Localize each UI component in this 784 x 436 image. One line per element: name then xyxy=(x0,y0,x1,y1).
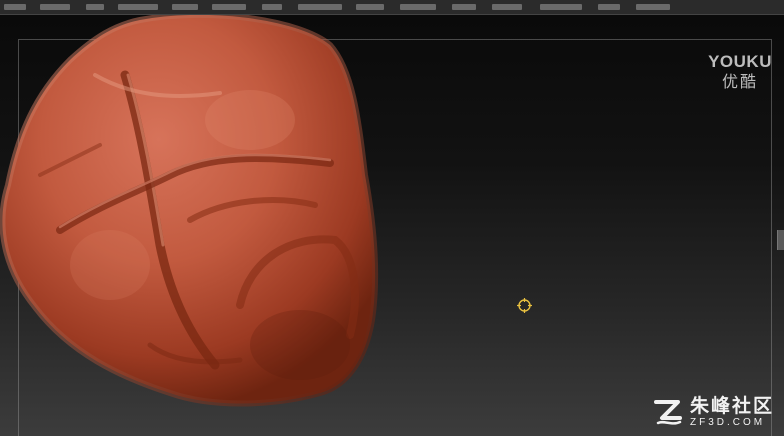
youku-watermark: YOUKU 优酷 xyxy=(708,53,772,93)
site-watermark-en: ZF3D.COM xyxy=(689,417,766,428)
zbrush-window: YOUKU 优酷 朱峰社区 ZF3D.COM xyxy=(0,0,784,436)
zf-logo-icon xyxy=(653,399,682,425)
brush-cursor-icon xyxy=(517,298,532,313)
youku-watermark-en: YOUKU xyxy=(708,52,772,71)
youku-watermark-cn: 优酷 xyxy=(722,72,759,91)
sculpted-model[interactable] xyxy=(0,15,420,435)
site-watermark-cn: 朱峰社区 xyxy=(689,395,774,417)
tray-toggle-handle[interactable] xyxy=(777,230,784,250)
3d-viewport-canvas[interactable]: YOUKU 优酷 朱峰社区 ZF3D.COM xyxy=(0,15,784,436)
top-toolbar-strip xyxy=(0,0,784,15)
site-watermark: 朱峰社区 ZF3D.COM xyxy=(652,395,774,428)
